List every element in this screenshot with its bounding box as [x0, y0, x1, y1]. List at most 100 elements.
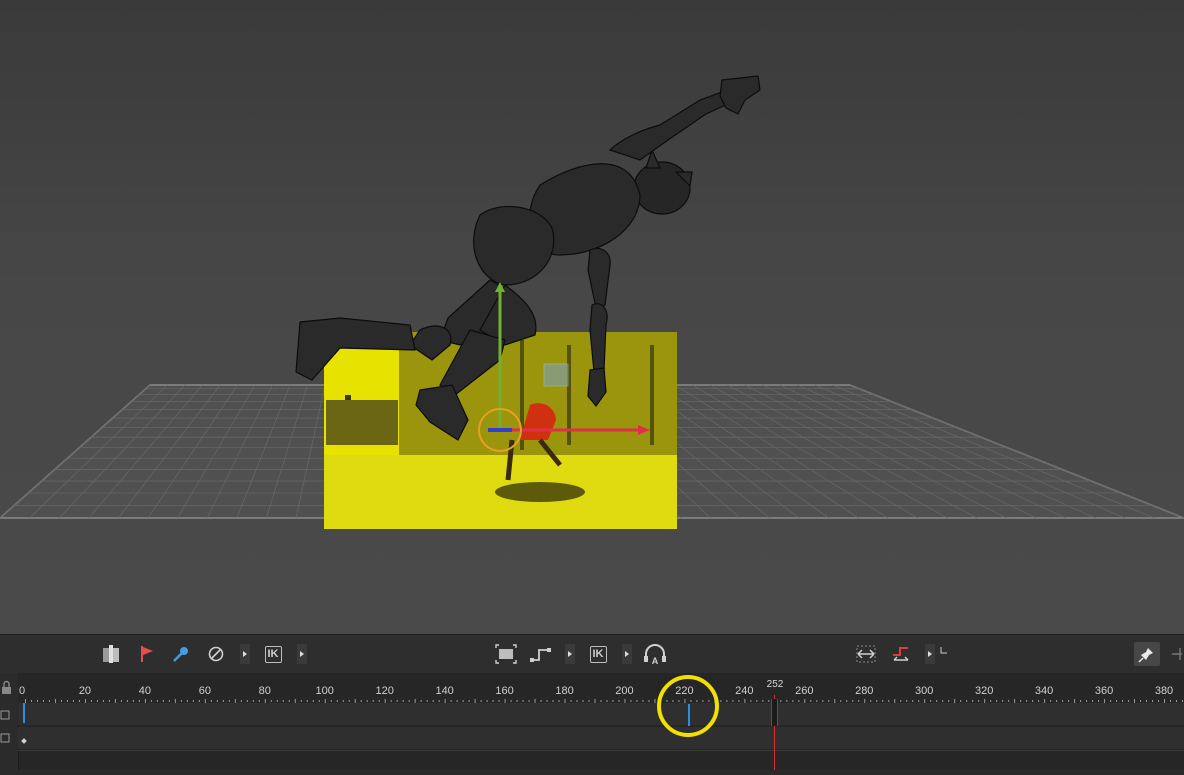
ruler-tick [252, 700, 254, 702]
ruler-tick [948, 700, 950, 702]
ruler-tick [546, 700, 548, 702]
ruler-tick [1116, 700, 1118, 702]
ruler-tick [732, 700, 734, 702]
ruler-tick [192, 700, 194, 702]
frame-ruler[interactable]: 0 20 40 60 80 100 120 140 160 180 200 220 240 260 280 3… [18, 673, 1184, 703]
flag-icon [141, 646, 153, 662]
ik-button-1[interactable]: IK [261, 642, 285, 666]
ruler-tick [1169, 700, 1171, 702]
ruler-label: 60 [198, 685, 211, 697]
ik-button-2[interactable]: IK [586, 642, 610, 666]
step-key-button[interactable] [529, 642, 553, 666]
ruler-tick [1110, 700, 1112, 702]
ruler-label: 100 [315, 685, 334, 697]
ruler-tick [912, 700, 914, 702]
frame-select-button[interactable] [494, 642, 518, 666]
expand-arrow-4[interactable] [622, 644, 632, 664]
3d-viewport[interactable] [0, 0, 1184, 634]
ruler-tick [426, 700, 428, 702]
corner-resize-icon[interactable] [940, 641, 948, 654]
ruler-tick [960, 700, 962, 702]
ruler-tick [186, 700, 188, 702]
ruler-label: 300 [915, 685, 934, 697]
ruler-tick [642, 700, 644, 702]
ruler-tick [342, 700, 344, 702]
lock-icon[interactable] [2, 680, 11, 695]
ruler-tick [480, 700, 482, 702]
ruler-tick [210, 700, 212, 702]
ruler-tick [930, 700, 932, 702]
track-checkbox-1[interactable] [0, 710, 10, 720]
ruler-tick [516, 700, 518, 702]
ruler-tick [180, 700, 182, 702]
auto-key-button[interactable]: A [643, 642, 667, 666]
flag-marker-button[interactable] [135, 642, 159, 666]
ruler-label: 380 [1154, 685, 1174, 697]
frame-select-icon [495, 644, 517, 664]
ruler-label: 340 [1034, 685, 1054, 697]
timeline-panel: 0 20 40 60 80 100 120 140 160 180 200 220 240 260 280 3… [0, 673, 1184, 770]
ruler-tick [36, 700, 38, 702]
ruler-tick [366, 700, 368, 702]
ruler-tick [258, 700, 260, 702]
disable-button[interactable] [204, 642, 228, 666]
pin-button[interactable] [1134, 642, 1160, 666]
ruler-tick [336, 700, 338, 702]
ruler-label: 260 [795, 685, 814, 697]
expand-arrow-2[interactable] [297, 644, 307, 664]
ruler-tick [936, 700, 938, 702]
ruler-tick [102, 700, 104, 702]
ruler-tick [60, 700, 62, 702]
ruler-tick [372, 700, 374, 702]
ruler-tick [168, 700, 170, 702]
ruler-tick [1068, 700, 1070, 702]
key-marker-start[interactable] [23, 703, 25, 723]
clip-split-button[interactable] [99, 642, 123, 666]
mirror-arrows-icon [856, 645, 876, 663]
track-checkbox-2[interactable] [0, 733, 10, 743]
ruler-tick [1092, 700, 1094, 702]
ruler-tick [1086, 700, 1088, 702]
ruler-tick [240, 700, 242, 702]
ruler-label: 20 [78, 685, 92, 697]
ruler-tick [1122, 700, 1124, 702]
ruler-tick [228, 700, 230, 702]
track-row-1[interactable] [18, 703, 1184, 725]
ruler-tick [762, 700, 764, 702]
playhead-handle[interactable] [771, 699, 778, 726]
offset-curve-icon [893, 647, 909, 661]
ruler-tick [822, 700, 824, 702]
ruler-tick [312, 700, 314, 702]
key-button[interactable] [169, 642, 193, 666]
svg-text:A: A [652, 656, 659, 665]
mirror-button[interactable] [854, 642, 878, 666]
ruler-tick [858, 700, 860, 702]
ruler-tick [270, 700, 272, 702]
ruler-tick [648, 700, 650, 702]
ruler-tick [432, 700, 434, 702]
ruler-tick [72, 700, 74, 702]
ruler-tick [906, 700, 908, 702]
expand-arrow-3[interactable] [565, 644, 575, 664]
ruler-tick [576, 700, 578, 702]
ruler-tick [492, 700, 494, 702]
ruler-tick [96, 700, 98, 702]
ruler-tick [636, 700, 638, 702]
ruler-tick [756, 700, 758, 702]
expand-arrow-1[interactable] [240, 644, 250, 664]
headphone-auto-icon: A [644, 644, 666, 665]
offset-key-button[interactable] [889, 642, 913, 666]
expand-arrow-5[interactable] [925, 644, 935, 664]
timeline-toolbar: IK IK A [0, 634, 1184, 674]
ruler-tick [522, 700, 524, 702]
ruler-tick [78, 700, 80, 702]
ik-label-1: IK [264, 645, 282, 663]
ruler-tick [510, 700, 512, 702]
ruler-tick [1056, 700, 1058, 702]
ruler-tick [606, 700, 608, 702]
viewport-scene[interactable] [0, 0, 1184, 634]
more-tools-icon[interactable] [1170, 644, 1184, 664]
track-row-2[interactable] [18, 727, 1184, 749]
track-divider [18, 750, 1184, 751]
ruler-label: 140 [435, 685, 454, 697]
